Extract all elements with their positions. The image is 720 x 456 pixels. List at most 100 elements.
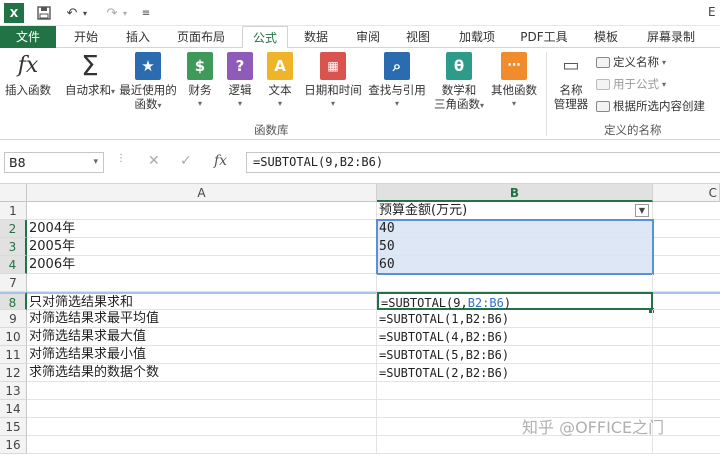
- customize-qat-icon[interactable]: ≡: [140, 3, 152, 23]
- tab-pdf-tools[interactable]: PDF工具: [516, 26, 572, 48]
- row-header[interactable]: 16: [0, 436, 27, 454]
- use-in-formula-button[interactable]: 用于公式 ▾: [596, 76, 666, 92]
- redo-icon[interactable]: ↷: [102, 3, 122, 23]
- lookup-button[interactable]: ⌕ 查找与引用 ▾: [366, 50, 428, 111]
- cell-b8[interactable]: =SUBTOTAL(9,B2:B6): [377, 292, 653, 310]
- autosum-button[interactable]: Σ 自动求和▾: [64, 50, 116, 99]
- cell-a3[interactable]: 2005年: [27, 238, 377, 256]
- cell-a15[interactable]: [27, 418, 377, 436]
- cell-a9[interactable]: 对筛选结果求最平均值: [27, 310, 377, 328]
- cell-c13[interactable]: [653, 382, 720, 400]
- cell-c7[interactable]: [653, 274, 720, 292]
- column-header-c[interactable]: C: [653, 184, 720, 202]
- cell-c1[interactable]: [653, 202, 720, 220]
- cancel-icon[interactable]: ✕: [148, 153, 160, 169]
- cell-a4[interactable]: 2006年: [27, 256, 377, 274]
- tab-view[interactable]: 视图: [400, 26, 436, 48]
- row-header[interactable]: 4: [0, 256, 27, 274]
- row-header[interactable]: 3: [0, 238, 27, 256]
- filter-icon[interactable]: ▼: [635, 204, 649, 217]
- excel-icon[interactable]: X: [4, 3, 24, 23]
- tab-formulas[interactable]: 公式: [242, 26, 288, 49]
- name-manager-button[interactable]: ▭ 名称 管理器: [550, 50, 592, 112]
- row-header[interactable]: 12: [0, 364, 27, 382]
- cell-c3[interactable]: [653, 238, 720, 256]
- row-header[interactable]: 8: [0, 292, 27, 310]
- define-name-button[interactable]: 定义名称 ▾: [596, 54, 666, 70]
- tab-addins[interactable]: 加载项: [452, 26, 502, 48]
- cell-b3[interactable]: 50: [377, 238, 653, 256]
- undo-icon[interactable]: ↶: [62, 3, 82, 23]
- insert-function-button[interactable]: fx 插入函数: [2, 50, 54, 98]
- math-trig-button[interactable]: θ 数学和 三角函数▾: [432, 50, 486, 113]
- tab-insert[interactable]: 插入: [118, 26, 158, 48]
- column-header-a[interactable]: A: [27, 184, 377, 202]
- cell-b16[interactable]: [377, 436, 653, 454]
- save-icon[interactable]: [34, 3, 54, 23]
- cell-c10[interactable]: [653, 328, 720, 346]
- cell-b12[interactable]: =SUBTOTAL(2,B2:B6): [377, 364, 653, 382]
- row-header[interactable]: 7: [0, 274, 27, 292]
- row-header[interactable]: 14: [0, 400, 27, 418]
- cell-c8[interactable]: [653, 292, 720, 310]
- ribbon-tabs: 文件 开始 插入 页面布局 公式 数据 审阅 视图 加载项 PDF工具 模板 屏…: [0, 26, 720, 49]
- name-box-dropdown-icon[interactable]: ▾: [93, 153, 98, 172]
- cell-b11[interactable]: =SUBTOTAL(5,B2:B6): [377, 346, 653, 364]
- cell-a1[interactable]: [27, 202, 377, 220]
- cell-c16[interactable]: [653, 436, 720, 454]
- cell-a12[interactable]: 求筛选结果的数据个数: [27, 364, 377, 382]
- cell-c12[interactable]: [653, 364, 720, 382]
- text-button[interactable]: A 文本 ▾: [264, 50, 296, 111]
- tab-screen-record[interactable]: 屏幕录制: [640, 26, 702, 48]
- select-all-corner[interactable]: [0, 184, 27, 202]
- column-header-b[interactable]: B: [377, 184, 653, 202]
- dropdown-arrow-icon: ▾: [110, 87, 115, 96]
- row-header[interactable]: 11: [0, 346, 27, 364]
- redo-dropdown-icon[interactable]: ▾: [120, 3, 130, 23]
- cell-c2[interactable]: [653, 220, 720, 238]
- cell-a14[interactable]: [27, 400, 377, 418]
- cell-b7[interactable]: [377, 274, 653, 292]
- row-header[interactable]: 10: [0, 328, 27, 346]
- cell-b10[interactable]: =SUBTOTAL(4,B2:B6): [377, 328, 653, 346]
- tab-file[interactable]: 文件: [0, 26, 56, 48]
- cell-a2[interactable]: 2004年: [27, 220, 377, 238]
- cell-c4[interactable]: [653, 256, 720, 274]
- financial-button[interactable]: $ 财务 ▾: [184, 50, 216, 111]
- name-box[interactable]: B8 ▾: [4, 152, 104, 173]
- cell-a13[interactable]: [27, 382, 377, 400]
- name-manager-label-2: 管理器: [553, 97, 589, 111]
- cell-a16[interactable]: [27, 436, 377, 454]
- undo-dropdown-icon[interactable]: ▾: [80, 3, 90, 23]
- cell-b13[interactable]: [377, 382, 653, 400]
- row-header[interactable]: 15: [0, 418, 27, 436]
- cell-b4[interactable]: 60: [377, 256, 653, 274]
- cell-c11[interactable]: [653, 346, 720, 364]
- cell-a10[interactable]: 对筛选结果求最大值: [27, 328, 377, 346]
- cell-b2[interactable]: 40: [377, 220, 653, 238]
- row-header[interactable]: 2: [0, 220, 27, 238]
- more-functions-button[interactable]: ⋯ 其他函数 ▾: [488, 50, 540, 111]
- cell-c9[interactable]: [653, 310, 720, 328]
- tab-templates[interactable]: 模板: [588, 26, 624, 48]
- tab-review[interactable]: 审阅: [350, 26, 386, 48]
- row-header[interactable]: 13: [0, 382, 27, 400]
- row-header[interactable]: 9: [0, 310, 27, 328]
- enter-icon[interactable]: ✓: [180, 153, 192, 169]
- row-header[interactable]: 1: [0, 202, 27, 220]
- insert-function-icon[interactable]: fx: [214, 153, 227, 169]
- tab-page-layout[interactable]: 页面布局: [170, 26, 232, 48]
- formula-input[interactable]: =SUBTOTAL(9,B2:B6): [246, 152, 720, 173]
- cell-a7[interactable]: [27, 274, 377, 292]
- function-library-group-label: 函数库: [254, 123, 289, 137]
- cell-b9[interactable]: =SUBTOTAL(1,B2:B6): [377, 310, 653, 328]
- tab-home[interactable]: 开始: [66, 26, 106, 48]
- cell-a11[interactable]: 对筛选结果求最小值: [27, 346, 377, 364]
- tab-data[interactable]: 数据: [298, 26, 334, 48]
- datetime-button[interactable]: ▦ 日期和时间 ▾: [302, 50, 364, 111]
- create-from-selection-button[interactable]: 根据所选内容创建: [596, 98, 705, 114]
- logical-button[interactable]: ? 逻辑 ▾: [224, 50, 256, 111]
- cell-b1[interactable]: 预算金额(万元) ▼: [377, 202, 653, 220]
- cell-a8[interactable]: 只对筛选结果求和: [27, 292, 377, 310]
- recently-used-button[interactable]: ★ 最近使用的 函数▾: [116, 50, 180, 113]
